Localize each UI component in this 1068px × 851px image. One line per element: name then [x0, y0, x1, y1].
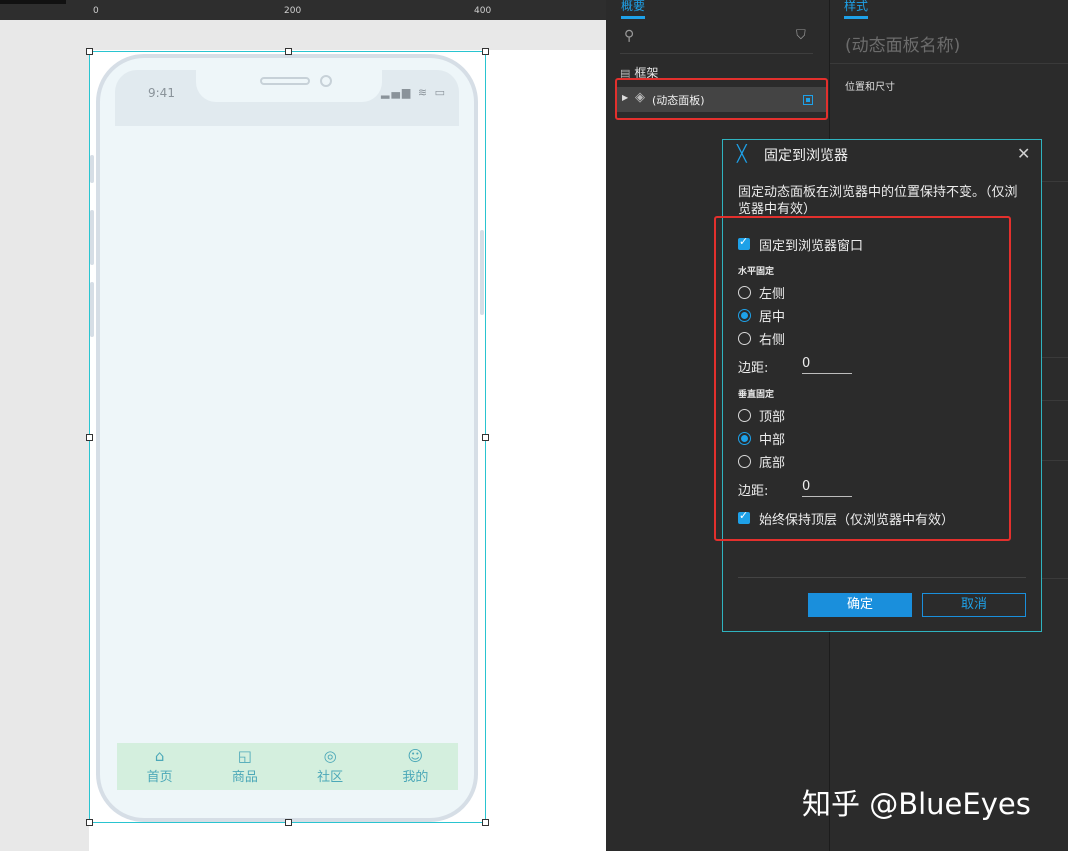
highlight-box: [714, 216, 1011, 541]
ruler-mark: 200: [284, 6, 302, 16]
resize-handle[interactable]: [86, 819, 93, 826]
resize-handle[interactable]: [86, 48, 93, 55]
tab-style-indicator: [844, 16, 868, 19]
tab-outline-indicator: [621, 16, 645, 19]
position-size-section[interactable]: 位置和尺寸: [845, 78, 895, 93]
close-icon[interactable]: ✕: [1017, 144, 1030, 163]
dialog-description: 固定动态面板在浏览器中的位置保持不变。（仅浏览器中有效）: [738, 185, 1018, 217]
resize-handle[interactable]: [482, 819, 489, 826]
search-input[interactable]: [620, 53, 813, 54]
dialog-title: 固定到浏览器: [764, 148, 848, 164]
tab-outline[interactable]: 概要: [621, 0, 645, 14]
watermark: 知乎 @BlueEyes: [802, 787, 1031, 821]
tab-style[interactable]: 样式: [844, 0, 868, 14]
ruler-mark: 400: [474, 6, 492, 16]
resize-handle[interactable]: [285, 819, 292, 826]
search-icon[interactable]: ⚲: [624, 28, 634, 44]
resize-handle[interactable]: [285, 48, 292, 55]
ruler-mark: 0: [93, 6, 99, 16]
highlight-box: [615, 78, 828, 120]
app-logo-icon: ╳: [737, 144, 747, 163]
resize-handle[interactable]: [86, 434, 93, 441]
panel-name-input[interactable]: (动态面板名称): [845, 31, 960, 56]
divider: [738, 577, 1026, 578]
ruler-corner: [0, 0, 66, 4]
ok-button[interactable]: 确定: [808, 593, 912, 617]
cancel-button[interactable]: 取消: [922, 593, 1026, 617]
resize-handle[interactable]: [482, 48, 489, 55]
resize-handle[interactable]: [482, 434, 489, 441]
selection-box: [86, 48, 489, 826]
horizontal-ruler: 0 200 400: [0, 0, 606, 20]
divider: [830, 63, 1068, 64]
filter-icon[interactable]: ⛉: [796, 28, 806, 43]
